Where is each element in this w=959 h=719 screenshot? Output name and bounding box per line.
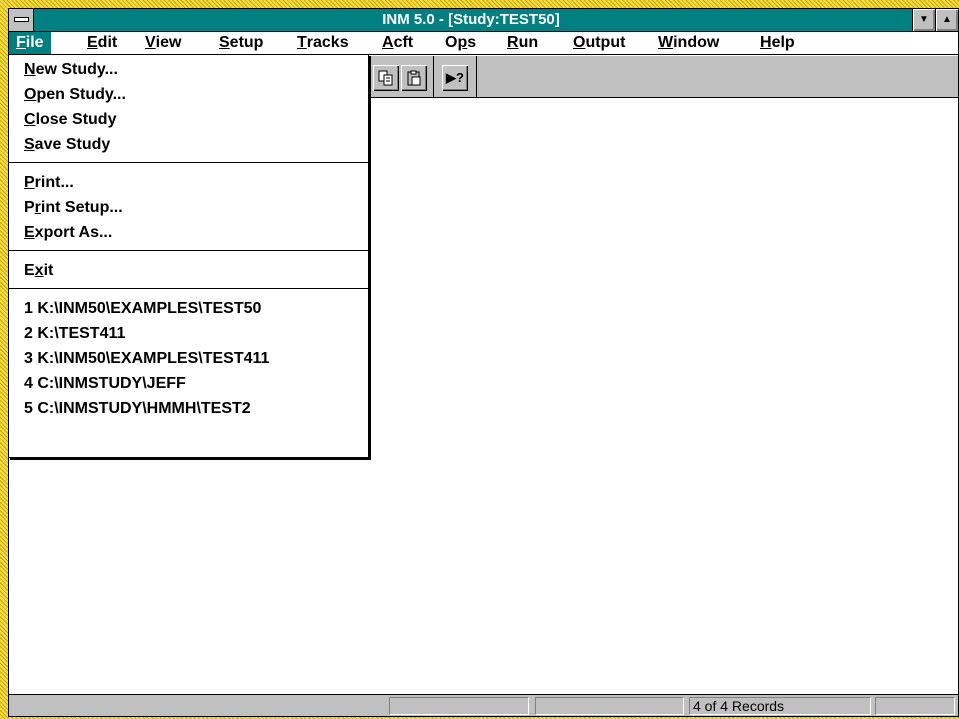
- menu-run[interactable]: Run: [500, 32, 545, 54]
- menu-separator: [9, 288, 368, 289]
- copy-button[interactable]: [373, 65, 399, 91]
- recent-file-5[interactable]: 5 C:\INMSTUDY\HMMH\TEST2: [9, 396, 368, 421]
- status-pane-1: [389, 697, 529, 715]
- menu-edit[interactable]: Edit: [80, 32, 124, 54]
- recent-file-1[interactable]: 1 K:\INM50\EXAMPLES\TEST50: [9, 296, 368, 321]
- menu-bar: File Edit View Setup Tracks Acft Ops Run…: [9, 32, 958, 55]
- system-menu-icon: [14, 17, 29, 22]
- toolbar-separator: [476, 56, 477, 98]
- window-title: INM 5.0 - [Study:TEST50]: [382, 11, 560, 28]
- context-help-button[interactable]: ▶?: [442, 65, 468, 91]
- recent-file-4[interactable]: 4 C:\INMSTUDY\JEFF: [9, 371, 368, 396]
- menu-acft[interactable]: Acft: [375, 32, 420, 54]
- paste-icon: [407, 70, 421, 86]
- minimize-button[interactable]: ▼: [912, 9, 935, 31]
- menu-view[interactable]: View: [138, 32, 188, 54]
- menu-item-exit[interactable]: Exit: [9, 258, 368, 283]
- status-pane-4: [875, 697, 955, 715]
- title-bar[interactable]: INM 5.0 - [Study:TEST50] ▼ ▲: [9, 9, 958, 32]
- menu-item-close-study[interactable]: Close Study: [9, 107, 368, 132]
- menu-item-print-setup[interactable]: Print Setup...: [9, 195, 368, 220]
- copy-icon: [378, 70, 393, 86]
- recent-file-2[interactable]: 2 K:\TEST411: [9, 321, 368, 346]
- menu-help[interactable]: Help: [753, 32, 802, 54]
- menu-item-export-as[interactable]: Export As...: [9, 220, 368, 245]
- menu-ops[interactable]: Ops: [438, 32, 483, 54]
- maximize-button[interactable]: ▲: [935, 9, 958, 31]
- menu-output[interactable]: Output: [566, 32, 632, 54]
- window-frame: INM 5.0 - [Study:TEST50] ▼ ▲ File Edit V…: [0, 0, 959, 719]
- menu-file[interactable]: File: [9, 32, 51, 54]
- menu-separator: [9, 250, 368, 251]
- paste-button[interactable]: [401, 65, 427, 91]
- toolbar-separator: [433, 56, 434, 98]
- menu-item-new-study[interactable]: New Study...: [9, 57, 368, 82]
- file-menu-dropdown: New Study... Open Study... Close Study S…: [8, 54, 369, 458]
- status-records: 4 of 4 Records: [689, 697, 871, 715]
- system-menu-button[interactable]: [9, 9, 34, 31]
- status-bar: 4 of 4 Records: [9, 694, 958, 716]
- menu-separator: [9, 162, 368, 163]
- menu-setup[interactable]: Setup: [212, 32, 270, 54]
- menu-item-open-study[interactable]: Open Study...: [9, 82, 368, 107]
- context-help-icon: ▶?: [446, 70, 464, 85]
- menu-window[interactable]: Window: [651, 32, 726, 54]
- recent-file-3[interactable]: 3 K:\INM50\EXAMPLES\TEST411: [9, 346, 368, 371]
- menu-item-save-study[interactable]: Save Study: [9, 132, 368, 157]
- menu-tracks[interactable]: Tracks: [290, 32, 356, 54]
- menu-item-print[interactable]: Print...: [9, 170, 368, 195]
- status-pane-2: [535, 697, 684, 715]
